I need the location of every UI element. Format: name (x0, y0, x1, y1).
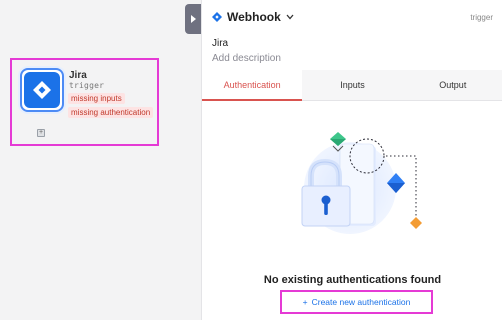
plus-icon: + (302, 297, 308, 307)
app-name: Jira (212, 38, 229, 49)
node-subtitle: trigger (69, 81, 105, 90)
details-panel: Webhook trigger Jira Add description Aut… (201, 0, 502, 320)
trigger-tag: trigger (470, 13, 493, 22)
panel-tabs: Authentication Inputs Output (202, 70, 502, 101)
tab-output[interactable]: Output (403, 70, 502, 100)
collapse-panel-button[interactable] (185, 4, 201, 34)
description-field[interactable]: Add description (212, 53, 281, 64)
add-step-handle[interactable]: + (37, 129, 45, 137)
panel-title: Webhook (227, 10, 281, 24)
tab-inputs[interactable]: Inputs (302, 70, 402, 100)
jira-node[interactable] (20, 68, 64, 112)
node-title: Jira (69, 70, 87, 81)
authentication-illustration (301, 132, 422, 234)
panel-header: Webhook trigger (202, 0, 502, 36)
webhook-diamond-icon (212, 12, 222, 22)
trigger-select[interactable]: Webhook (212, 10, 294, 24)
tab-authentication[interactable]: Authentication (202, 70, 303, 101)
missing-authentication-badge: missing authentication (68, 107, 154, 118)
create-authentication-button[interactable]: + Create new authentication (282, 292, 431, 312)
chevron-down-icon (286, 14, 294, 20)
workflow-canvas[interactable]: Jira trigger missing inputs missing auth… (0, 0, 200, 320)
jira-diamond-icon (33, 81, 51, 99)
missing-inputs-badge: missing inputs (68, 93, 125, 104)
empty-state-title: No existing authentications found (263, 274, 442, 286)
chevron-right-icon (191, 15, 196, 23)
create-authentication-label: Create new authentication (311, 297, 411, 307)
